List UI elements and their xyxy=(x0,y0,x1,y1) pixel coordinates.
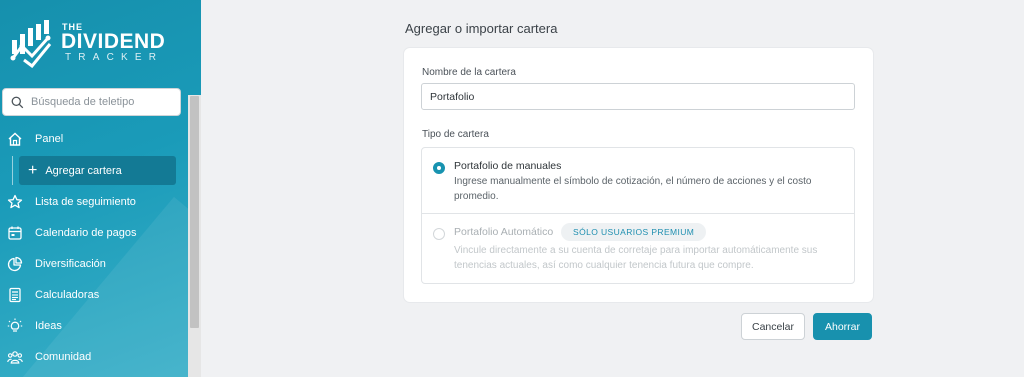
sidebar-item-add-portfolio[interactable]: + Agregar cartera xyxy=(19,156,176,185)
ticker-search-input[interactable] xyxy=(31,96,171,108)
option-title: Portafolio de manuales xyxy=(454,160,562,172)
calculator-icon xyxy=(6,286,24,304)
sidebar-item-label: Panel xyxy=(35,133,64,145)
option-description: Vincule directamente a su cuenta de corr… xyxy=(454,245,818,271)
ticker-search[interactable] xyxy=(2,88,181,116)
sidebar-item-calculators[interactable]: Calculadoras xyxy=(0,281,186,309)
save-button[interactable]: Ahorrar xyxy=(813,313,872,340)
sidebar-item-label: Comunidad xyxy=(35,351,92,363)
option-title: Portafolio Automático xyxy=(454,226,554,238)
brand-logo[interactable]: THE DIVIDEND TRACKER xyxy=(10,18,190,68)
cancel-button[interactable]: Cancelar xyxy=(741,313,805,340)
sidebar-item-community[interactable]: Comunidad xyxy=(0,343,186,371)
brand-sub: TRACKER xyxy=(65,52,164,63)
sidebar-item-watchlist[interactable]: Lista de seguimiento xyxy=(0,188,186,216)
home-icon xyxy=(6,130,24,148)
radio-manual-selected[interactable] xyxy=(433,162,445,174)
option-automatic-portfolio[interactable]: Portafolio Automático SÓLO USUARIOS PREM… xyxy=(422,214,854,284)
lightbulb-icon xyxy=(6,317,24,335)
plus-icon: + xyxy=(28,161,38,179)
sidebar-item-label: Lista de seguimiento xyxy=(35,196,136,208)
sidebar-item-label: Ideas xyxy=(35,320,62,332)
search-icon xyxy=(11,96,24,108)
sidebar-item-panel[interactable]: Panel xyxy=(0,125,186,153)
pie-chart-icon xyxy=(6,255,24,273)
page-title: Agregar o importar cartera xyxy=(405,21,558,36)
portfolio-type-label: Tipo de cartera xyxy=(422,129,489,140)
brand-name: DIVIDEND xyxy=(61,30,166,53)
sidebar-item-diversification[interactable]: Diversificación xyxy=(0,250,186,278)
sidebar-item-label: Calculadoras xyxy=(35,289,100,301)
option-manual-portfolio[interactable]: Portafolio de manuales Ingrese manualmen… xyxy=(422,148,854,214)
star-icon xyxy=(6,193,24,211)
sidebar-item-ideas[interactable]: Ideas xyxy=(0,312,186,340)
portfolio-type-options: Portafolio de manuales Ingrese manualmen… xyxy=(421,147,855,284)
sidebar-item-label: Agregar cartera xyxy=(45,164,122,177)
radio-automatic[interactable] xyxy=(433,228,445,240)
sidebar: THE DIVIDEND TRACKER Panel + Agregar car… xyxy=(0,0,201,377)
sidebar-item-label: Diversificación xyxy=(35,258,106,270)
sidebar-item-label: Calendario de pagos xyxy=(35,227,137,239)
community-icon xyxy=(6,348,24,366)
submenu-line xyxy=(12,156,13,185)
sidebar-item-payment-calendar[interactable]: Calendario de pagos xyxy=(0,219,186,247)
add-portfolio-form: Nombre de la cartera Tipo de cartera Por… xyxy=(404,48,873,302)
option-description: Ingrese manualmente el símbolo de cotiza… xyxy=(454,176,812,202)
portfolio-name-label: Nombre de la cartera xyxy=(422,67,516,78)
sidebar-scrollbar-thumb[interactable] xyxy=(190,96,199,328)
chart-logo-icon xyxy=(10,20,52,68)
portfolio-name-input[interactable] xyxy=(421,83,855,110)
premium-badge: SÓLO USUARIOS PREMIUM xyxy=(561,223,707,241)
calendar-icon xyxy=(6,224,24,242)
